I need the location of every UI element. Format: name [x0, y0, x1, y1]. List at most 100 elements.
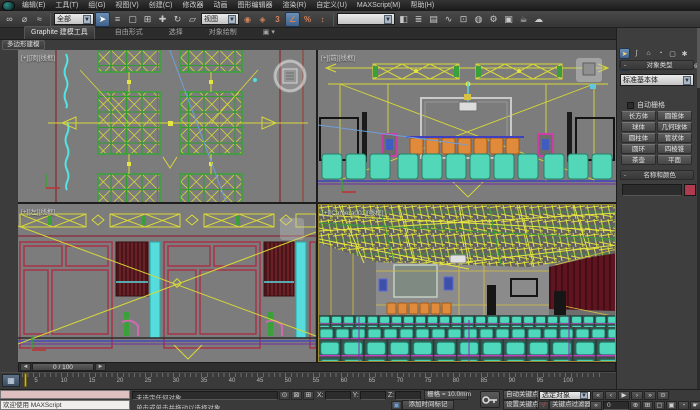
schematic-view-icon[interactable]: ⊡	[456, 12, 471, 27]
window-crossing-icon[interactable]: ⊞	[140, 12, 155, 27]
object-type-button[interactable]: 圆环	[621, 144, 656, 154]
menu-item[interactable]: 组(G)	[83, 0, 110, 11]
menu-item[interactable]: 帮助(H)	[405, 0, 439, 11]
object-type-button[interactable]: 几何球体	[657, 122, 692, 132]
viewport-camera[interactable]: [+][Camera001][线框]	[318, 204, 616, 362]
time-slider-handle[interactable]: 0 / 100	[32, 363, 94, 371]
percent-snap-icon[interactable]: %	[300, 12, 315, 27]
menu-item[interactable]: 创建(C)	[144, 0, 178, 11]
add-time-tag-button[interactable]: 添加时间标记	[402, 400, 454, 410]
time-slider[interactable]: ◄ 0 / 100 ►	[18, 362, 616, 372]
align-icon[interactable]: ≣	[411, 12, 426, 27]
time-slider-next-button[interactable]: ►	[95, 363, 106, 371]
menu-item[interactable]: MAXScript(M)	[352, 0, 406, 11]
zoom-extents-icon[interactable]: ▢	[654, 401, 665, 410]
viewport-left[interactable]: [+][左][线框]	[18, 204, 316, 362]
select-by-name-icon[interactable]: ≡	[110, 12, 125, 27]
object-type-button[interactable]: 圆柱体	[621, 133, 656, 143]
autogrid-checkbox[interactable]	[627, 102, 634, 109]
tab-hierarchy[interactable]: ⌂	[643, 48, 654, 59]
named-selection-sets-dropdown[interactable]: ▼	[337, 13, 395, 25]
fov-icon[interactable]: ◔	[678, 401, 689, 410]
object-type-button[interactable]: 管状体	[657, 133, 692, 143]
bind-to-space-warp-icon[interactable]: ≈	[32, 12, 47, 27]
key-mode-toggle[interactable]: ⊙	[657, 391, 669, 400]
select-and-scale-icon[interactable]: ▱	[185, 12, 200, 27]
zoom-extents-all-icon[interactable]: ▣	[666, 401, 677, 410]
snaps-toggle-icon[interactable]: 3	[270, 12, 285, 27]
viewport-front[interactable]: [+][前][线框]	[318, 50, 616, 202]
object-type-button[interactable]: 茶壶	[621, 155, 656, 165]
primitive-type-dropdown[interactable]: 标准基本体▼	[620, 74, 694, 86]
object-type-button[interactable]: 平面	[657, 155, 692, 165]
rollout-name-color[interactable]: -名称和颜色	[620, 170, 694, 180]
selection-filter-dropdown[interactable]: 全部▼	[54, 13, 94, 25]
viewport-label[interactable]: [+][前][线框]	[321, 52, 355, 62]
tab-display[interactable]: ▢	[667, 48, 678, 59]
render-iray-icon[interactable]: ☁	[531, 12, 546, 27]
select-and-manipulate-icon[interactable]: ◈	[255, 12, 270, 27]
menu-item[interactable]: 工具(T)	[50, 0, 83, 11]
material-editor-icon[interactable]: ◍	[471, 12, 486, 27]
object-color-swatch[interactable]	[684, 184, 696, 196]
coord-y-field[interactable]	[360, 391, 386, 400]
go-to-end-button[interactable]: »	[644, 391, 656, 400]
zoom-icon[interactable]: ⊕	[630, 401, 641, 410]
selection-lock-icon[interactable]: ⊠	[291, 391, 302, 400]
rendered-frame-window-icon[interactable]: ▣	[501, 12, 516, 27]
previous-frame-button[interactable]: ‹	[605, 391, 617, 400]
tab-object-paint[interactable]: 对象绘制	[203, 27, 243, 39]
tab-modify[interactable]: ∫	[631, 48, 642, 59]
open-mini-curve-editor-button[interactable]: ▦	[2, 374, 20, 387]
menu-item[interactable]: 视图(V)	[110, 0, 143, 11]
menu-item[interactable]: 渲染(R)	[277, 0, 311, 11]
go-to-frame-start-button[interactable]: «	[590, 401, 602, 410]
spinner-snap-icon[interactable]: ↕	[315, 12, 330, 27]
menu-item[interactable]: 修改器	[177, 0, 208, 11]
object-type-button[interactable]: 球体	[621, 122, 656, 132]
tab-create[interactable]: ➤	[619, 48, 630, 59]
tab-graphite-modeling[interactable]: Graphite 建模工具	[24, 26, 95, 39]
ribbon-minimize-icon[interactable]: ▣ ▾	[257, 27, 281, 39]
menu-item[interactable]: 图形编辑器	[232, 0, 277, 11]
absolute-mode-icon[interactable]: ⊞	[303, 391, 314, 400]
tab-freeform[interactable]: 自由形式	[109, 27, 149, 39]
render-setup-icon[interactable]: ⚙	[486, 12, 501, 27]
select-and-rotate-icon[interactable]: ↻	[170, 12, 185, 27]
use-pivot-point-center-icon[interactable]: ◉	[240, 12, 255, 27]
tab-selection[interactable]: 选择	[163, 27, 189, 39]
angle-snap-icon[interactable]: ∠	[285, 12, 300, 27]
zoom-all-icon[interactable]: ⊞	[642, 401, 653, 410]
coord-z-field[interactable]	[395, 391, 421, 400]
mirror-icon[interactable]: ◧	[396, 12, 411, 27]
tab-motion[interactable]: ◔	[655, 48, 666, 59]
go-to-start-button[interactable]: «	[592, 391, 604, 400]
viewport-label[interactable]: [+][左][线框]	[21, 206, 55, 216]
next-frame-button[interactable]: ›	[631, 391, 643, 400]
object-type-button[interactable]: 圆锥体	[657, 111, 692, 121]
pan-icon[interactable]: ☛	[690, 401, 700, 410]
key-filter-set-dropdown[interactable]: 选定对象▼	[539, 391, 591, 400]
application-button[interactable]	[2, 1, 15, 11]
polygon-modeling-panel[interactable]: 多边形建模	[2, 40, 45, 50]
tab-utilities[interactable]: ✱	[679, 48, 690, 59]
render-production-icon[interactable]: ☕	[516, 12, 531, 27]
object-name-field[interactable]	[622, 184, 682, 196]
maxscript-mini-listener[interactable]: 欢迎使用 MAXScript	[0, 400, 130, 410]
isolate-selection-icon[interactable]: ⊙	[279, 391, 290, 400]
auto-key-button[interactable]: 自动关键点	[503, 390, 537, 400]
curve-editor-icon[interactable]: ∿	[441, 12, 456, 27]
viewport-top[interactable]: [+][顶][线框]	[18, 50, 316, 202]
viewport-label[interactable]: [+][Camera001][线框]	[322, 207, 384, 217]
viewport-label[interactable]: [+][顶][线框]	[21, 52, 55, 62]
object-type-button[interactable]: 长方体	[621, 111, 656, 121]
select-object-icon[interactable]: ➤	[95, 12, 110, 27]
menu-item[interactable]: 动画	[208, 0, 232, 11]
select-and-move-icon[interactable]: ✚	[155, 12, 170, 27]
object-type-button[interactable]: 四棱锥	[657, 144, 692, 154]
coord-x-field[interactable]	[325, 391, 351, 400]
select-and-link-icon[interactable]: ∞	[2, 12, 17, 27]
rollout-object-type[interactable]: -对象类型	[620, 60, 694, 70]
unlink-selection-icon[interactable]: ⌀	[17, 12, 32, 27]
set-keys-button[interactable]	[480, 391, 500, 408]
